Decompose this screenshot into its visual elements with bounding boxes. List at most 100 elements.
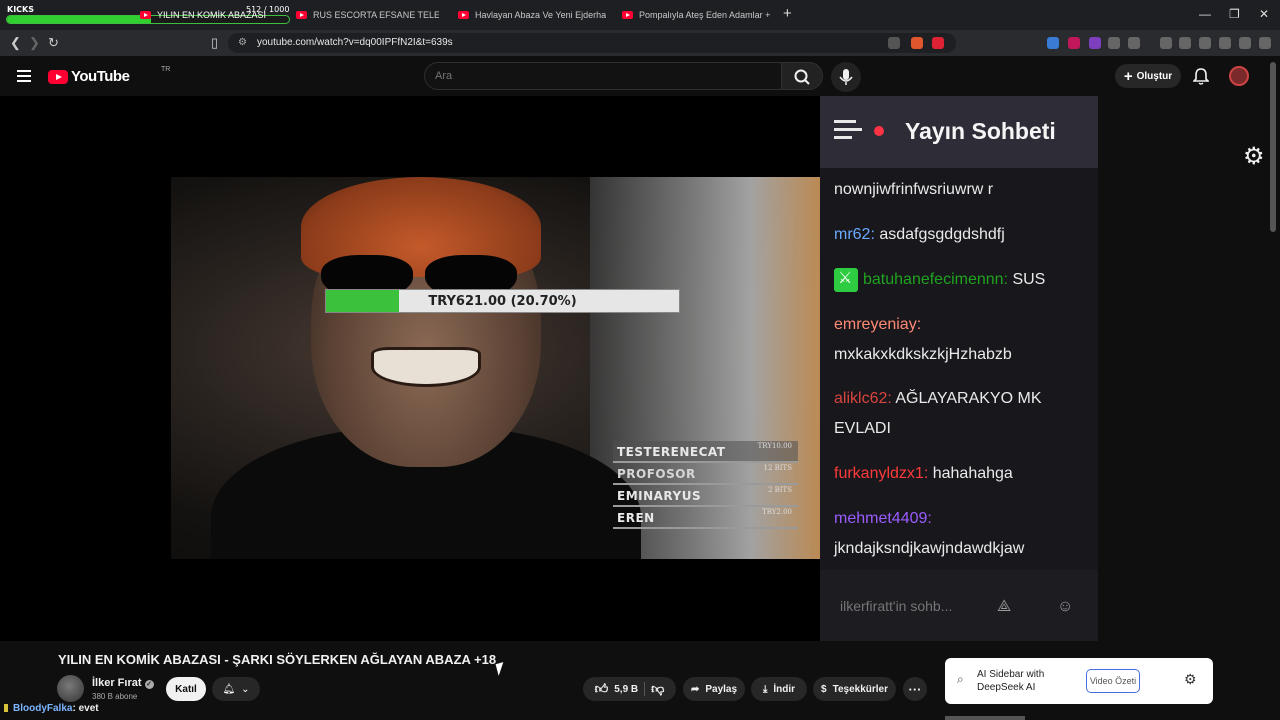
video-person-smile (371, 347, 481, 387)
chat-username[interactable]: furkanyldzx1: (834, 465, 928, 482)
country-code: TR (161, 66, 171, 73)
chat-username[interactable]: aliklc62: (834, 390, 892, 407)
restore-icon[interactable]: ❐ (1229, 7, 1240, 21)
tab-active-video[interactable]: YILIN EN KOMİK ABAZASI (140, 4, 285, 26)
subscription-bell-button[interactable]: 🔔︎ ⌄ (212, 677, 260, 701)
donor-amount: 12 BITS (763, 464, 792, 472)
download-icon: ⤓ (762, 683, 768, 695)
chat-input[interactable] (840, 598, 980, 614)
verified-check-icon: ✓ (144, 680, 154, 689)
chat-input-area: ⟁ ☺ (820, 570, 1098, 641)
chat-username[interactable]: mr62: (834, 226, 875, 243)
ai-search-icon: ⌕ (957, 672, 964, 686)
donor-name: EMINARYUS (617, 489, 702, 503)
chat-messages[interactable]: nownjiwfrinfwsriuwrw r mr62: asdafgsgdgd… (820, 168, 1098, 570)
youtube-play-logo-icon (48, 69, 68, 84)
reload-icon[interactable]: ↻ (48, 35, 59, 51)
video-summary-button[interactable]: Video Özeti (1086, 669, 1140, 693)
moderator-sword-icon (834, 264, 858, 294)
new-tab-plus-icon[interactable]: + (783, 5, 792, 22)
chat-message-text: nownjiwfrinfwsriuwrw r (834, 181, 994, 198)
chat-message-text: asdafgsgdgdshdfj (879, 226, 1005, 243)
forward-arrow-icon[interactable]: ❯ (29, 35, 40, 51)
create-label: Oluştur (1136, 70, 1173, 82)
video-title: YILIN EN KOMİK ABAZASI - ŞARKI SÖYLERKEN… (58, 652, 497, 667)
media-icon[interactable] (1160, 37, 1172, 49)
create-button[interactable]: + Oluştur (1115, 64, 1181, 88)
dislike-thumb-icon[interactable]: 👎︎ (651, 681, 664, 697)
address-bar[interactable]: ⚙ youtube.com/watch?v=dq00IPFfN2I&t=639s (228, 33, 956, 53)
live-chat-panel: Yayın Sohbeti nownjiwfrinfwsriuwrw r mr6… (820, 96, 1098, 641)
tab-video-3[interactable]: Havlayan Abaza Ve Yeni Ejderham - A (458, 4, 606, 26)
donor-row: PROFOSOR 12 BITS (613, 463, 798, 485)
chat-message: mehmet4409: jkndajksndjkawjndawdkjaw (834, 504, 1084, 564)
back-arrow-icon[interactable]: ❮ (10, 35, 21, 51)
extensions-puzzle-icon[interactable] (1108, 37, 1120, 49)
browser-menu-icon[interactable] (1259, 37, 1271, 49)
download-button[interactable]: ⤓ İndir (751, 677, 807, 701)
chat-title: Yayın Sohbeti (905, 118, 1056, 144)
account-avatar[interactable] (1229, 66, 1249, 86)
chat-message-text: jkndajksndjkawjndawdkjaw (834, 540, 1025, 557)
kicks-progress-fill (7, 16, 152, 23)
extension-icon-2[interactable] (1068, 37, 1080, 49)
overlay-message: : evet (72, 703, 99, 714)
brave-shield-icon[interactable] (911, 37, 923, 49)
channel-name[interactable]: İlker Fırat ✓ (92, 677, 154, 689)
chat-filter-menu-icon[interactable] (834, 120, 862, 144)
plus-icon: + (1123, 67, 1133, 85)
chat-username[interactable]: mehmet4409: (834, 510, 932, 527)
wallet-icon[interactable] (1199, 37, 1211, 49)
channel-name-text: İlker Fırat (92, 677, 142, 689)
overlay-username: BloodyFalka (13, 703, 73, 714)
browser-tab-bar: KICKS 512 / 1000 YILIN EN KOMİK ABAZASI … (0, 0, 1280, 30)
notifications-bell-icon[interactable] (1193, 67, 1209, 85)
ai-sidebar-gear-icon[interactable]: ⚙ (1243, 142, 1265, 171)
vpn-shield-icon[interactable] (1239, 37, 1251, 49)
extension-icon-3[interactable] (1089, 37, 1101, 49)
like-count[interactable]: 5,9 B (614, 684, 638, 695)
youtube-logo[interactable]: YouTube TR (48, 66, 170, 85)
thanks-button[interactable]: $ Teşekkürler (813, 677, 896, 701)
voice-search-button[interactable] (831, 62, 861, 92)
guide-menu-icon[interactable] (17, 70, 31, 85)
tab-label: YILIN EN KOMİK ABAZASI (157, 10, 267, 20)
donation-goal-text: TRY621.00 (20.70%) (428, 294, 577, 309)
share-button[interactable]: ➦ Paylaş (683, 677, 745, 701)
rewards-icon[interactable] (932, 37, 944, 49)
share-label: Paylaş (705, 683, 738, 695)
cast-icon[interactable] (888, 37, 900, 49)
video-player[interactable]: TRY621.00 (20.70%) TESTERENECAT TRY10.00… (0, 96, 820, 641)
stream-chat-overlay: BloodyFalka: evet (4, 703, 99, 714)
like-thumb-icon[interactable]: 👍︎ (595, 681, 609, 697)
bookmark-icon[interactable]: ▯ (211, 35, 218, 51)
donor-row: TESTERENECAT TRY10.00 (613, 441, 798, 463)
search-button[interactable] (781, 62, 823, 90)
donor-row: EREN TRY2.00 (613, 507, 798, 529)
join-button[interactable]: Katıl (166, 677, 206, 701)
chat-username[interactable]: batuhanefecimennn: (863, 271, 1008, 288)
sidebar-icon[interactable] (1179, 37, 1191, 49)
tab-video-2[interactable]: RUS ESCORTA EFSANE TELEFON SAK (296, 4, 439, 26)
leo-ai-icon[interactable] (1219, 37, 1231, 49)
youtube-masthead: YouTube TR + Oluştur (0, 56, 1280, 96)
minimize-icon[interactable]: — (1199, 7, 1211, 21)
ai-sidebar-card: ⌕ AI Sidebar with DeepSeek AI Video Özet… (945, 658, 1213, 704)
chat-username[interactable]: emreyeniay: (834, 316, 921, 333)
site-info-icon[interactable]: ⚙ (238, 37, 247, 48)
donor-name: EREN (617, 511, 655, 525)
super-chat-icon[interactable]: ⟁ (997, 598, 1011, 616)
page-scrollbar[interactable] (1270, 62, 1276, 232)
related-video-thumbnail[interactable] (945, 716, 1025, 720)
screenshot-icon[interactable] (1128, 37, 1140, 49)
search-icon (794, 69, 810, 85)
search-input[interactable] (435, 70, 765, 82)
more-actions-button[interactable]: ··· (903, 677, 927, 701)
ai-sidebar-text: AI Sidebar with DeepSeek AI (977, 669, 1045, 693)
emoji-icon[interactable]: ☺ (1057, 598, 1073, 616)
extension-icon-1[interactable] (1047, 37, 1059, 49)
close-window-icon[interactable]: ✕ (1259, 7, 1269, 21)
ai-settings-gear-icon[interactable]: ⚙ (1184, 671, 1197, 688)
tab-video-4[interactable]: Pompalıyla Ateş Eden Adamlar +18 (622, 4, 770, 26)
channel-avatar[interactable] (57, 675, 84, 702)
